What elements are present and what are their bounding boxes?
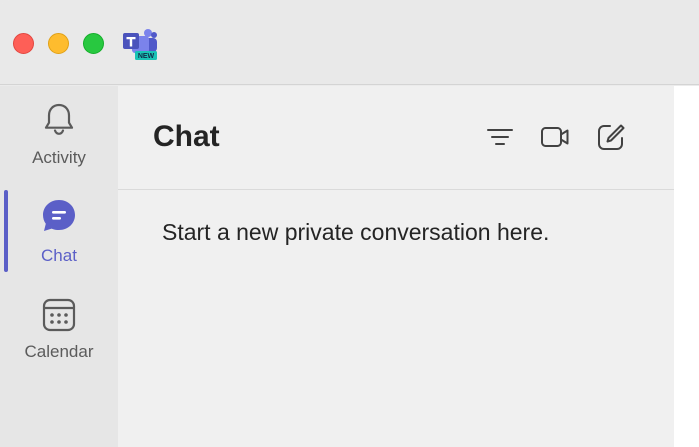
rail-label-calendar: Calendar: [24, 342, 94, 361]
teams-logo-icon: NEW: [123, 29, 157, 60]
rail-item-calendar[interactable]: Calendar: [0, 288, 118, 380]
rail-item-activity[interactable]: Activity: [0, 94, 118, 186]
app-window: NEW Activity Chat Calendar Chat Start a …: [0, 0, 699, 447]
page-title: Chat: [153, 120, 220, 153]
rail-label-chat: Chat: [41, 246, 77, 265]
new-chat-icon[interactable]: [596, 122, 626, 152]
filter-icon[interactable]: [485, 122, 515, 152]
chat-bubble-icon: [43, 200, 75, 231]
window-close-button[interactable]: [13, 33, 34, 54]
video-call-icon[interactable]: [540, 122, 570, 152]
bell-icon: [44, 103, 74, 135]
content-area-edge: [674, 86, 699, 447]
rail-label-activity: Activity: [32, 148, 86, 167]
title-bar: NEW: [0, 0, 699, 85]
chat-pane: Chat Start a new private conversation he…: [118, 86, 674, 447]
rail-item-chat[interactable]: Chat: [0, 191, 118, 283]
empty-state-message: Start a new private conversation here.: [162, 219, 550, 245]
window-minimize-button[interactable]: [48, 33, 69, 54]
calendar-icon: [42, 298, 76, 332]
chat-pane-header: Chat: [118, 86, 674, 190]
window-zoom-button[interactable]: [83, 33, 104, 54]
app-rail: Activity Chat Calendar: [0, 86, 118, 447]
new-badge-label: NEW: [138, 53, 155, 60]
